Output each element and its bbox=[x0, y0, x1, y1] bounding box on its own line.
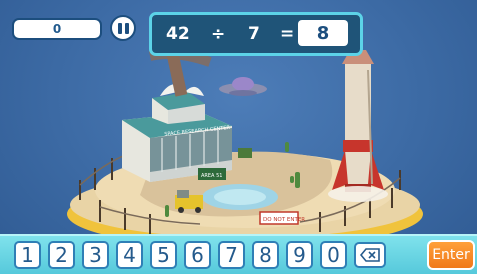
enter-button[interactable]: Enter bbox=[427, 240, 475, 270]
key-7[interactable]: 7 bbox=[218, 241, 245, 269]
equation-divisor: 7 bbox=[248, 24, 260, 44]
no-entry-sign: DO NOT ENTER bbox=[263, 217, 305, 223]
pause-button[interactable] bbox=[110, 15, 136, 41]
backspace-icon bbox=[360, 248, 380, 262]
area-sign: AREA 51 bbox=[201, 173, 222, 179]
equation-dividend: 42 bbox=[166, 24, 190, 44]
key-3[interactable]: 3 bbox=[82, 241, 109, 269]
pause-icon-bar-right bbox=[124, 22, 129, 34]
rocket bbox=[332, 50, 384, 192]
key-0[interactable]: 0 bbox=[320, 241, 347, 269]
equation-operator: ÷ bbox=[211, 24, 226, 44]
score-value: 0 bbox=[52, 22, 62, 36]
equation-equals: = bbox=[280, 24, 295, 44]
key-5[interactable]: 5 bbox=[150, 241, 177, 269]
research-building bbox=[122, 45, 232, 182]
game-stage: SPACE RESEARCH CENTER AREA 51 DO NOT ENT… bbox=[0, 0, 477, 274]
key-2[interactable]: 2 bbox=[48, 241, 75, 269]
key-4[interactable]: 4 bbox=[116, 241, 143, 269]
key-1[interactable]: 1 bbox=[14, 241, 41, 269]
backspace-button[interactable] bbox=[354, 242, 386, 268]
equation-panel: 42 ÷ 7 = 8 bbox=[149, 12, 363, 56]
key-8[interactable]: 8 bbox=[252, 241, 279, 269]
ufo bbox=[219, 77, 267, 96]
key-9[interactable]: 9 bbox=[286, 241, 313, 269]
key-6[interactable]: 6 bbox=[184, 241, 211, 269]
answer-value: 8 bbox=[316, 22, 330, 44]
score-display: 0 bbox=[12, 18, 102, 40]
answer-field[interactable]: 8 bbox=[298, 20, 348, 46]
pause-icon-bar-left bbox=[117, 22, 122, 34]
